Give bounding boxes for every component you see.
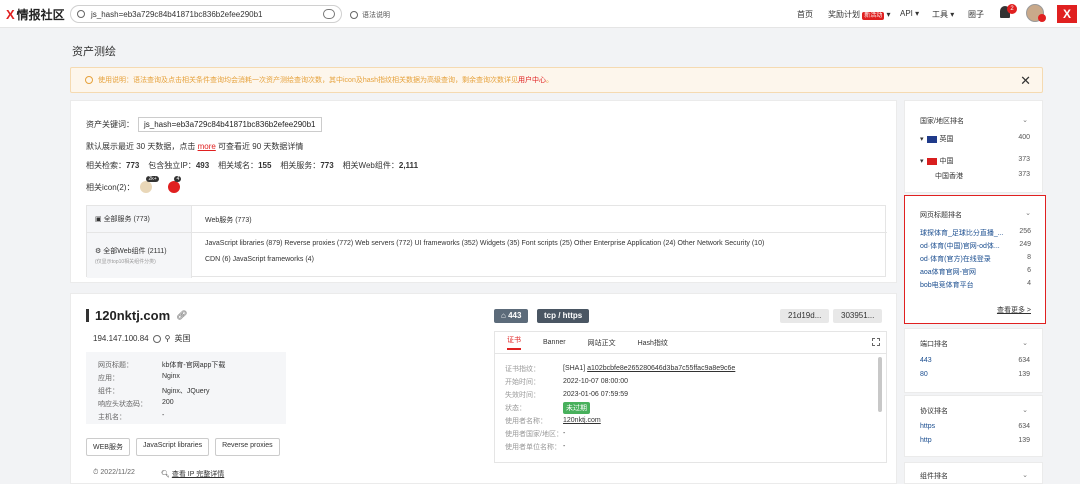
search-input[interactable]: js_hash=eb3a729c84b41871bc836b2efee290b1 [70,5,342,23]
ip-row: 194.147.100.84 ⚲ 英国 [93,334,191,343]
tag[interactable]: Reverse proxies [215,438,280,456]
subject-link[interactable]: 120nktj.com [563,417,601,424]
ip-address[interactable]: 194.147.100.84 [93,334,149,343]
cert-fingerprint-link[interactable]: a102bcbfe8e265280646d3ba7c55ffac9a8e9c6e [587,365,735,372]
logo-text: 情报社区 [16,8,65,22]
protocol-rank: 协议排名 ⌄ https 634 http 139 [904,395,1043,457]
tag[interactable]: JavaScript libraries [135,438,210,456]
nav-home[interactable]: 首页 [797,9,813,20]
cert-details: 证书指纹： [SHA1] a102bcbfe8e265280646d3ba7c55… [505,365,736,451]
scan-date: ⏱ 2022/11/22 [93,469,135,476]
logo[interactable]: X 情报社区 [6,6,65,23]
search-value[interactable]: js_hash=eb3a729c84b41871bc836b2efee290b1 [91,10,263,19]
related-icons: 相关icon(2)： 2k+ 4 [86,176,182,193]
brand-x-icon[interactable]: X [1057,5,1077,23]
host-name[interactable]: 120nktj.com [95,308,170,323]
favicon-icon[interactable]: 2k+ [140,176,159,193]
see-more-link[interactable]: 查看更多 > [997,305,1031,315]
expand-icon[interactable] [872,338,880,346]
location-icon: ⚲ [164,334,171,343]
host-info: 网页标题： kb体育-官网app下载 应用： Nginx 组件： Nginx、JQue… [86,352,286,424]
notice-banner: 使用说明：语法查询及点击相关条件查询均会消耗一次资产测绘查询次数，其中icon及… [70,67,1043,93]
chevron-down-icon: ⌄ [1025,210,1031,217]
nav-rewards[interactable]: 奖励计划 新活动 ▾ [828,9,891,20]
nav-circle[interactable]: 圈子 [968,9,984,20]
web-service-tag[interactable]: Web服务 (773) [205,215,252,225]
port-rank: 端口排名 ⌄ 443 634 80 139 [904,328,1043,393]
service-table: ▣ 全部服务 (773) Web服务 (773) ⚙ 全部Web组件 (2111… [86,205,887,278]
tag[interactable]: WEB服务 [86,438,130,456]
hash-chip[interactable]: 303951... [833,309,883,323]
page-title: 资产测绘 [72,46,116,58]
top-header: X 情报社区 js_hash=eb3a729c84b41871bc836b2efe… [0,0,1080,28]
syntax-help-link[interactable]: 语法说明 [350,10,390,20]
more-link[interactable]: more [198,142,216,151]
question-icon [350,11,358,19]
component-rank: 组件排名 ⌄ [904,462,1043,484]
cert-panel: 证书 Banner 网站正文 Hash指纹 证书指纹： [SHA1] a102bc… [494,331,887,463]
upload-cloud-icon[interactable] [323,9,335,19]
link-icon[interactable]: 🔗︎ [176,310,187,321]
host-card: 120nktj.com 🔗︎ 194.147.100.84 ⚲ 英国 网页标题： kb体… [70,293,897,484]
favicon-icon[interactable]: 4 [168,176,182,193]
scrollbar[interactable] [878,357,882,412]
ip-detail-link[interactable]: 🔍︎ 查看 IP 完整详情 [161,469,224,479]
close-icon[interactable]: ✕ [1020,73,1031,89]
web-components-label[interactable]: ⚙ 全部Web组件 (2111) (仅显示top10相关组件分类) [87,233,192,278]
status-badge: 未过期 [563,401,590,414]
country-rank: 国家/地区排名 ⌄ ▾ 英国 400 ▾ 中国 373 中国香港 373 [904,100,1043,193]
stats-row: 相关检索：773 包含独立IP：493 相关域名：155 相关服务：773 相关… [86,161,419,170]
tab-hash[interactable]: Hash指纹 [638,338,668,348]
title-rank: 网页标题排名 ⌄ 球探体育_足球比分直播_... 256 od·体育(中国)官网-o… [904,195,1046,324]
copy-icon[interactable] [152,334,161,343]
notification-count: 2 [1007,4,1017,14]
web-component-tags-2[interactable]: CDN (6) JavaScript frameworks (4) [205,256,314,263]
info-icon [85,76,93,84]
port-badge[interactable]: ⌂ 443 [494,309,529,323]
tab-cert[interactable]: 证书 [507,335,521,350]
protocol-badge[interactable]: tcp / https [537,309,590,323]
user-center-link[interactable]: 用户中心 [518,75,546,85]
avatar-badge [1038,14,1046,22]
nav-api[interactable]: API ▾ [900,9,919,18]
new-badge: 新活动 [862,12,885,20]
tab-banner[interactable]: Banner [543,339,566,346]
summary-panel: 资产关键词： js_hash=eb3a729c84b41871bc836b2efe… [70,100,897,283]
data-range-text: 默认展示最近 30 天数据，点击 more 可查看近 90 天数据详情 [86,142,304,151]
keyword-box: js_hash=eb3a729c84b41871bc836b2efee290b1 [138,117,322,132]
search-icon [77,10,85,18]
tab-body[interactable]: 网站正文 [588,338,616,348]
nav-tools[interactable]: 工具 ▾ [932,9,954,20]
chevron-down-icon: ⌄ [1022,117,1028,124]
all-services-label[interactable]: ▣ 全部服务 (773) [87,206,192,232]
host-tags: WEB服务 JavaScript libraries Reverse proxi… [86,438,280,456]
hash-chip[interactable]: 21d19d... [780,309,830,323]
web-component-tags[interactable]: JavaScript libraries (879) Reverse proxi… [205,240,764,247]
